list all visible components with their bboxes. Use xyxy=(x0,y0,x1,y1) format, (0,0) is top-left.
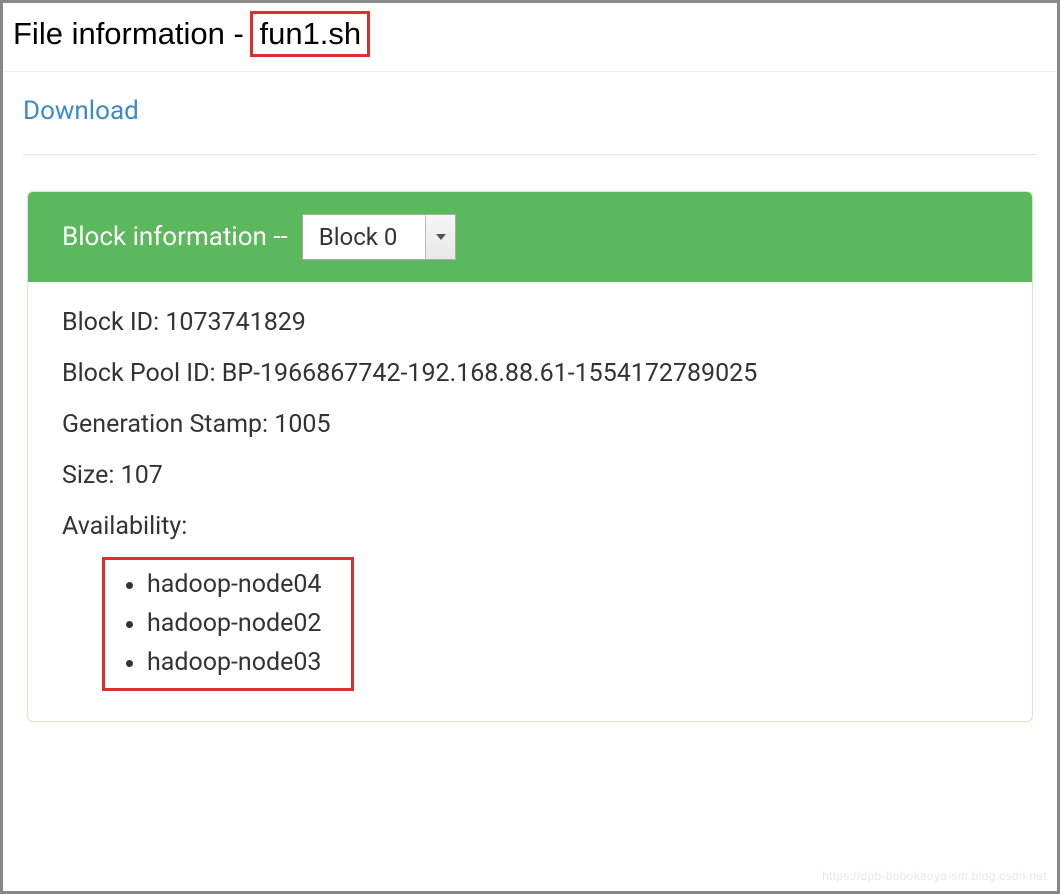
block-info-label: Block information -- xyxy=(62,222,288,252)
content-area: Download Block information -- Block 0 Bl… xyxy=(3,72,1057,722)
page-header: File information - fun1.sh xyxy=(3,3,1057,72)
generation-stamp-label: Generation Stamp: xyxy=(62,410,268,439)
page-title: File information - fun1.sh xyxy=(13,11,1047,57)
block-id-label: Block ID: xyxy=(62,308,159,337)
list-item: hadoop-node04 xyxy=(147,566,321,605)
list-item: hadoop-node02 xyxy=(147,605,321,644)
block-select-value: Block 0 xyxy=(303,215,426,259)
watermark: https://dpb-bobokaoya-sm.blog.csdn.net xyxy=(822,869,1047,883)
block-id-value: 1073741829 xyxy=(165,308,306,337)
block-panel-body: Block ID: 1073741829 Block Pool ID: BP-1… xyxy=(28,282,1032,721)
list-item: hadoop-node03 xyxy=(147,644,321,683)
block-id-field: Block ID: 1073741829 xyxy=(62,308,998,337)
size-field: Size: 107 xyxy=(62,461,998,490)
availability-list: hadoop-node04 hadoop-node02 hadoop-node0… xyxy=(113,566,321,682)
title-prefix: File information - xyxy=(13,16,252,51)
block-pool-id-value: BP-1966867742-192.168.88.61-155417278902… xyxy=(222,359,758,388)
download-link[interactable]: Download xyxy=(23,96,139,126)
chevron-down-icon xyxy=(425,215,455,259)
block-pool-id-label: Block Pool ID: xyxy=(62,359,216,388)
size-label: Size: xyxy=(62,461,114,490)
separator xyxy=(23,154,1037,155)
availability-label: Availability: xyxy=(62,512,998,541)
block-panel-header: Block information -- Block 0 xyxy=(28,192,1032,282)
generation-stamp-field: Generation Stamp: 1005 xyxy=(62,410,998,439)
filename-highlight: fun1.sh xyxy=(250,11,370,57)
availability-highlight: hadoop-node04 hadoop-node02 hadoop-node0… xyxy=(102,557,354,691)
block-select[interactable]: Block 0 xyxy=(302,214,457,260)
size-value: 107 xyxy=(121,461,163,490)
block-pool-id-field: Block Pool ID: BP-1966867742-192.168.88.… xyxy=(62,359,998,388)
generation-stamp-value: 1005 xyxy=(274,410,330,439)
block-information-panel: Block information -- Block 0 Block ID: 1… xyxy=(27,191,1033,722)
